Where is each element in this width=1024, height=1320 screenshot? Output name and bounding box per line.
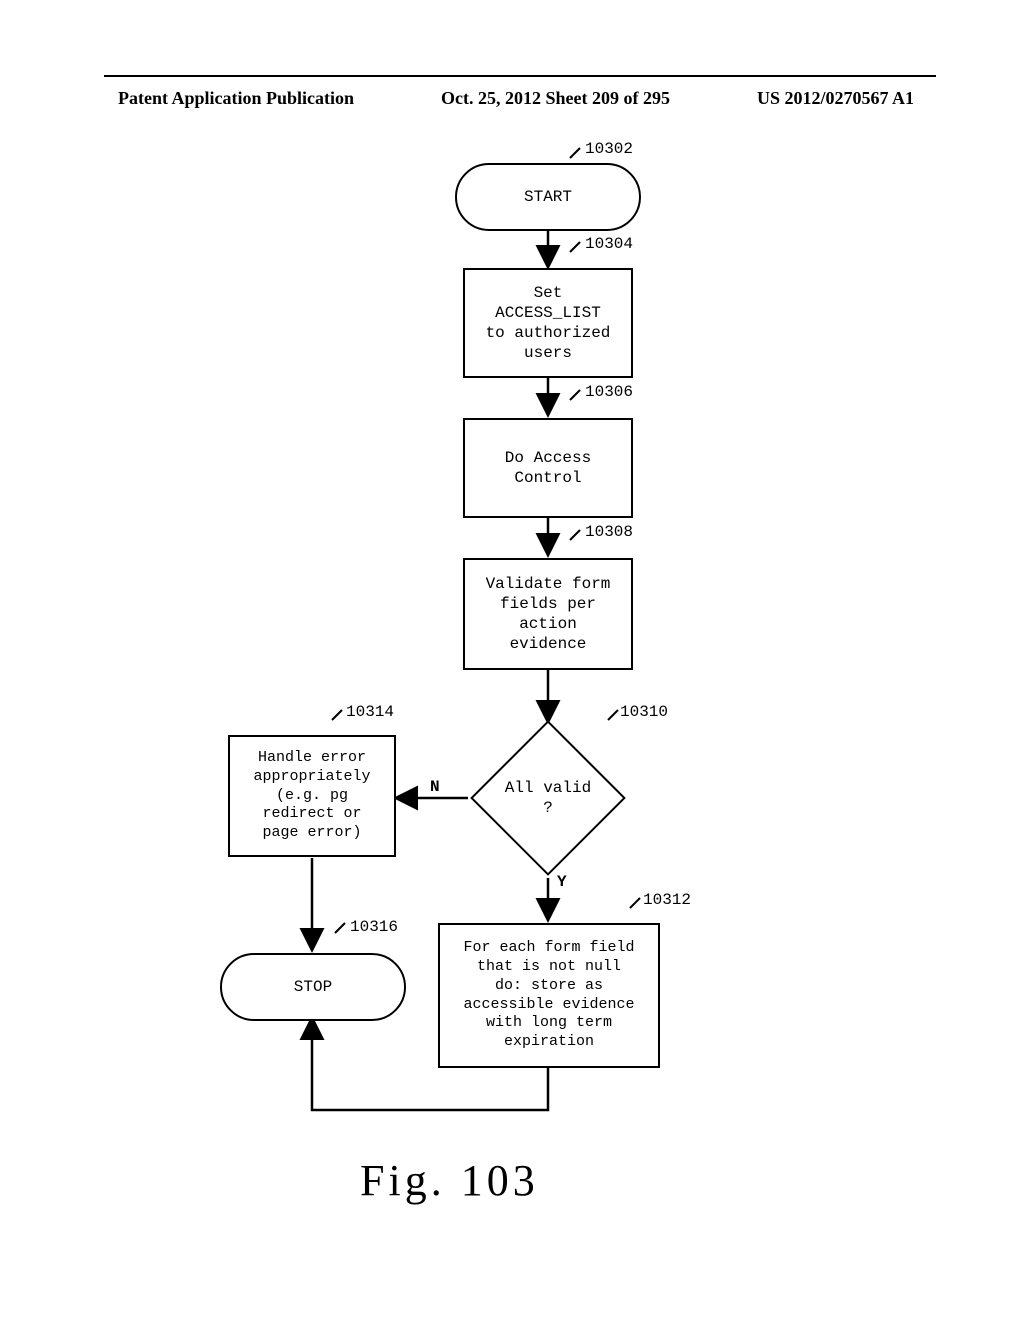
node-store-label: For each form field that is not null do:… bbox=[459, 935, 638, 1056]
figure-caption: Fig. 103 bbox=[360, 1155, 539, 1206]
ref-handle-error: 10314 bbox=[346, 703, 394, 721]
ref-do-access: 10306 bbox=[585, 383, 633, 401]
edge-no-label: N bbox=[430, 778, 440, 796]
ref-store: 10312 bbox=[643, 891, 691, 909]
flowchart-diagram: START 10302 Set ACCESS_LIST to authorize… bbox=[0, 0, 1024, 1320]
node-decision-label: All valid ? bbox=[495, 774, 601, 822]
ref-decision: 10310 bbox=[620, 703, 668, 721]
node-set-access-label: Set ACCESS_LIST to authorized users bbox=[482, 279, 615, 367]
node-start: START bbox=[455, 163, 641, 231]
node-handle-error: Handle error appropriately (e.g. pg redi… bbox=[228, 735, 396, 857]
node-stop: STOP bbox=[220, 953, 406, 1021]
ref-validate: 10308 bbox=[585, 523, 633, 541]
node-stop-label: STOP bbox=[290, 973, 336, 1001]
ref-stop: 10316 bbox=[350, 918, 398, 936]
node-store: For each form field that is not null do:… bbox=[438, 923, 660, 1068]
node-set-access: Set ACCESS_LIST to authorized users bbox=[463, 268, 633, 378]
node-decision: All valid ? bbox=[470, 720, 626, 876]
ref-start: 10302 bbox=[585, 140, 633, 158]
node-do-access: Do Access Control bbox=[463, 418, 633, 518]
node-validate-label: Validate form fields per action evidence bbox=[482, 570, 615, 658]
node-handle-error-label: Handle error appropriately (e.g. pg redi… bbox=[249, 745, 374, 847]
edge-yes-label: Y bbox=[557, 873, 567, 891]
ref-set-access: 10304 bbox=[585, 235, 633, 253]
node-validate: Validate form fields per action evidence bbox=[463, 558, 633, 670]
node-do-access-label: Do Access Control bbox=[501, 444, 595, 492]
node-start-label: START bbox=[520, 183, 576, 211]
